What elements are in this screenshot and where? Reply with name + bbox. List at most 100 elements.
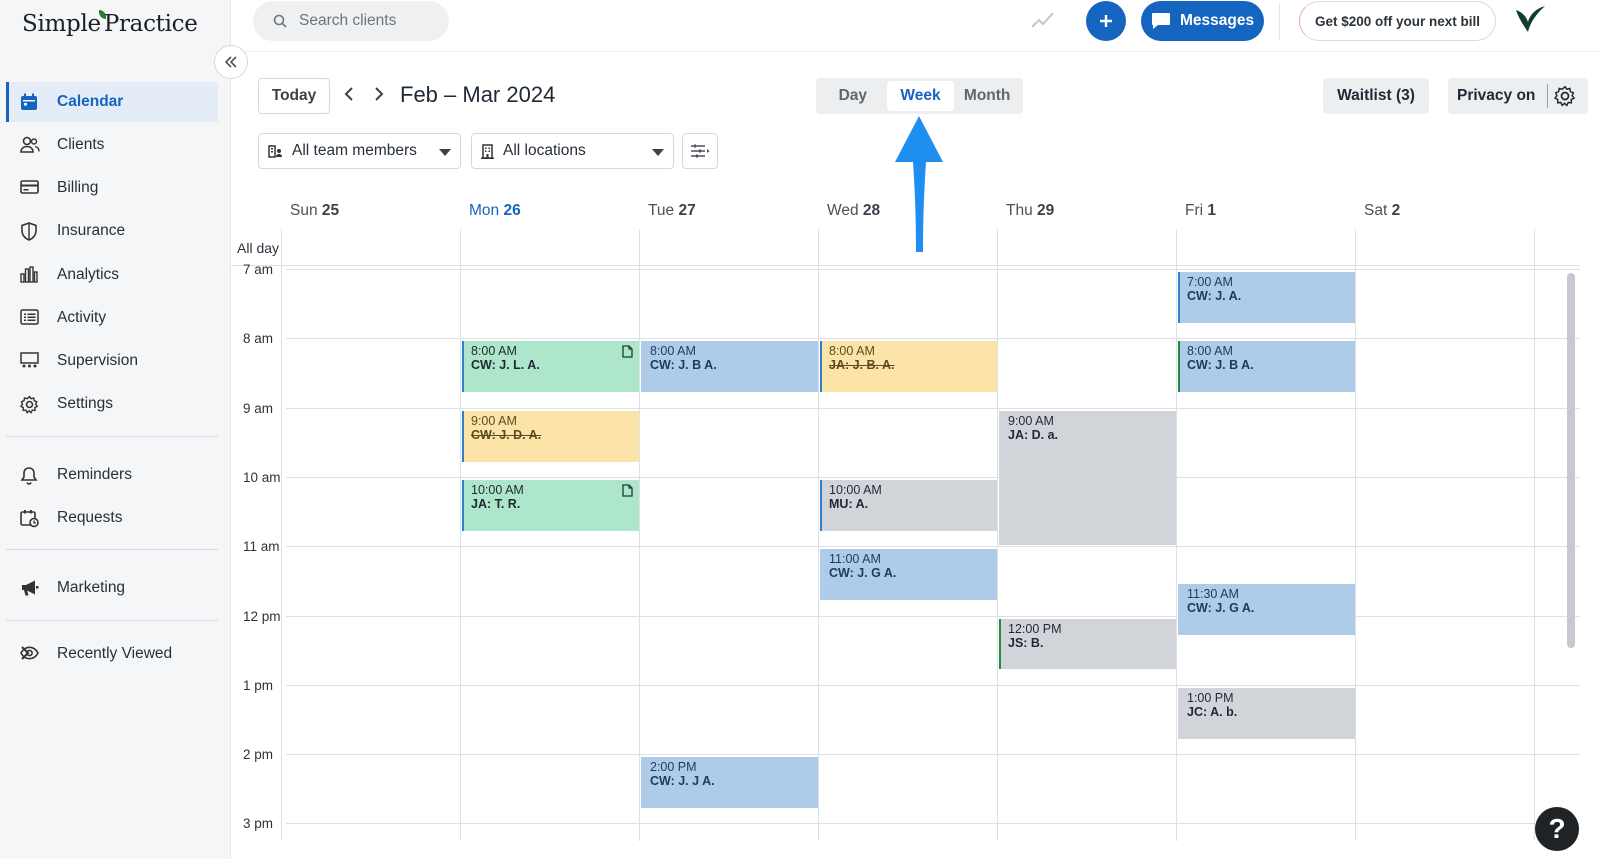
appointment-event[interactable]: 11:30 AM CW: J. G A. (1178, 583, 1355, 635)
day-name: Thu (1006, 202, 1038, 219)
sidebar-item-label: Billing (57, 179, 99, 196)
promo-button[interactable]: Get $200 off your next bill (1299, 1, 1496, 41)
sidebar-item-label: Settings (57, 395, 114, 412)
column-divider (1176, 229, 1177, 841)
hour-line (286, 754, 1580, 756)
day-header[interactable]: Sat 2 (1364, 202, 1400, 220)
appointment-event[interactable]: 8:00 AM CW: J. B A. (641, 341, 818, 393)
team-members-dropdown[interactable]: All team members (258, 133, 461, 169)
hour-line (286, 615, 1580, 617)
sidebar-item-label: Marketing (57, 579, 126, 596)
hour-line (286, 407, 1580, 409)
sidebar-item-supervision[interactable]: Supervision (6, 341, 218, 381)
sidebar-item-requests[interactable]: Requests (6, 498, 218, 538)
sidebar-divider (6, 549, 218, 550)
tab-day[interactable]: Day (819, 81, 887, 111)
day-header[interactable]: Mon 26 (469, 202, 521, 220)
sidebar-item-analytics[interactable]: Analytics (6, 255, 218, 295)
event-client: JA: D. a. (1008, 427, 1059, 442)
appointment-event[interactable]: 7:00 AM CW: J. A. (1178, 272, 1355, 323)
event-time: 11:00 AM (829, 552, 881, 567)
view-switcher: Day Week Month (816, 78, 1023, 114)
sidebar-item-label: Analytics (57, 266, 120, 283)
sidebar-item-activity[interactable]: Activity (6, 298, 218, 338)
simplepractice-logo[interactable]: Simple Practice (22, 10, 198, 37)
messages-label: Messages (1180, 12, 1255, 29)
collapse-sidebar-button[interactable] (214, 45, 248, 79)
event-client: CW: J. G A. (1187, 600, 1255, 615)
column-divider (1355, 229, 1356, 841)
hour-line (286, 546, 1580, 548)
sidebar-item-label: Supervision (57, 352, 138, 369)
sidebar-item-settings[interactable]: Settings (6, 384, 218, 424)
add-button[interactable] (1086, 1, 1126, 41)
hour-label: 9 am (243, 400, 274, 416)
team-building-icon (268, 145, 282, 158)
messages-button[interactable]: Messages (1141, 1, 1264, 41)
appointment-event[interactable]: 1:00 PM JC: A. b. (1178, 687, 1355, 739)
waitlist-button[interactable]: Waitlist (3) (1323, 78, 1429, 114)
appointment-event[interactable]: 10:00 AM JA: T. R. (462, 479, 639, 531)
appointment-event[interactable]: 11:00 AM CW: J. G A. (820, 549, 997, 601)
privacy-toggle-button[interactable]: Privacy on (1448, 78, 1588, 114)
sidebar-item-marketing[interactable]: Marketing (6, 568, 218, 608)
event-client: JA: T. R. (471, 496, 521, 511)
day-header[interactable]: Fri 1 (1185, 202, 1216, 220)
sidebar-item-clients[interactable]: Clients (6, 125, 218, 165)
vertical-scrollbar[interactable] (1567, 273, 1575, 648)
shield-icon (21, 222, 37, 241)
sidebar-item-reminders[interactable]: Reminders (6, 455, 218, 495)
day-header[interactable]: Sun 25 (290, 202, 339, 220)
appointment-event[interactable]: 12:00 PM JS: B. (999, 618, 1176, 670)
appointment-event[interactable]: 8:00 AM CW: J. L. A. (462, 341, 639, 393)
avatar[interactable] (1511, 2, 1549, 40)
double-chevron-left-icon (224, 56, 237, 68)
appointment-event[interactable]: 10:00 AM MU: A. (820, 479, 997, 531)
appointment-event[interactable]: 9:00 AM JA: D. a. (999, 410, 1176, 545)
appointment-event[interactable]: 2:00 PM CW: J. J A. (641, 757, 818, 809)
event-time: 9:00 AM (1008, 413, 1054, 428)
note-document-icon[interactable] (622, 484, 633, 500)
date-range-title: Feb – Mar 2024 (400, 82, 556, 107)
day-header[interactable]: Thu 29 (1006, 202, 1054, 220)
sidebar-item-label: Calendar (57, 93, 124, 110)
day-number: 25 (321, 202, 340, 219)
today-button[interactable]: Today (258, 78, 330, 114)
appointment-event[interactable]: 9:00 AM CW: J. D. A. (462, 410, 639, 462)
sidebar-item-billing[interactable]: Billing (6, 168, 218, 208)
sidebar-item-insurance[interactable]: Insurance (6, 211, 218, 251)
column-divider (639, 229, 640, 841)
tab-month[interactable]: Month (954, 81, 1020, 111)
trend-chart-icon[interactable] (1031, 10, 1055, 30)
billing-icon (20, 180, 39, 194)
search-input[interactable]: Search clients (253, 1, 449, 41)
gear-icon[interactable] (1554, 85, 1576, 107)
sidebar-item-calendar[interactable]: Calendar (6, 82, 218, 122)
chevron-right-icon[interactable] (374, 86, 384, 102)
event-time: 10:00 AM (471, 482, 524, 497)
note-document-icon[interactable] (622, 345, 633, 361)
event-client: CW: J. J A. (650, 774, 715, 789)
appointment-event[interactable]: 8:00 AM CW: J. B A. (1178, 341, 1355, 393)
hour-label: 11 am (243, 539, 280, 555)
event-time: 8:00 AM (650, 344, 696, 359)
locations-dropdown[interactable]: All locations (471, 133, 674, 169)
event-client: CW: J. G A. (829, 566, 897, 581)
chevron-right-icon (21, 646, 30, 660)
appointment-event[interactable]: 8:00 AM JA: J. B. A. (820, 341, 997, 393)
filter-settings-button[interactable] (682, 133, 718, 169)
caret-down-icon (439, 149, 451, 156)
column-divider (281, 229, 282, 841)
day-header[interactable]: Tue 27 (648, 202, 696, 220)
chevron-left-icon[interactable] (344, 86, 354, 102)
day-name: Sun (290, 202, 322, 219)
bell-icon (20, 467, 38, 485)
day-name: Sat (1364, 202, 1392, 219)
sidebar-divider (6, 620, 218, 621)
column-divider (818, 229, 819, 841)
sidebar-item-recently-viewed[interactable]: Recently Viewed (6, 634, 218, 674)
column-divider (997, 229, 998, 841)
day-header[interactable]: Wed 28 (827, 202, 880, 220)
help-button[interactable]: ? (1535, 807, 1579, 851)
tab-week[interactable]: Week (886, 81, 955, 111)
